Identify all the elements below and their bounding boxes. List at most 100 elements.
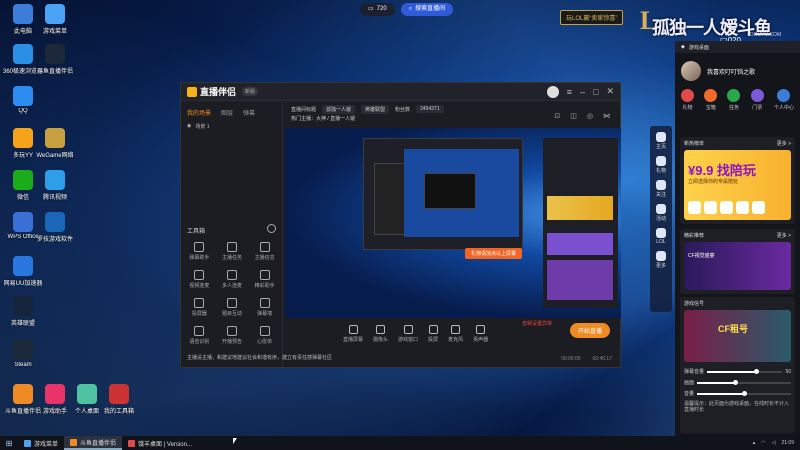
desktop-shortcut[interactable]: 我的工具箱	[98, 384, 140, 415]
side-strip-item[interactable]: LOL	[650, 228, 672, 245]
game-desktop-panel: ◆ 游戏桌面 我喜欢叮叮铛之歌 礼物 宝箱 任务 门票 个人中心 新热榜单 更多 > ¥9…	[675, 41, 800, 436]
slider-knob[interactable]	[754, 368, 760, 374]
footer-note: 温馨提示：此页面为游戏桌面，在线时长不计入直播时长	[684, 401, 790, 413]
preview-app-window	[363, 138, 523, 250]
side-strip-item[interactable]: 更多	[650, 251, 672, 269]
cf-banner[interactable]: CF视觉盛宴	[684, 242, 791, 290]
action-icon	[704, 89, 718, 102]
toolbox-item[interactable]: 精彩助手	[248, 270, 281, 289]
tab-scenes[interactable]: 我的场景	[187, 108, 211, 117]
maximize-icon[interactable]: □	[593, 87, 598, 97]
start-live-button[interactable]: 开始直播	[569, 323, 610, 338]
clock[interactable]: 21:09	[781, 440, 794, 446]
source-control-button[interactable]: 游戏窗口	[398, 325, 418, 343]
desktop-shortcut[interactable]: QQ	[2, 86, 44, 114]
desktop-shortcut[interactable]: 网易UU加速器	[2, 256, 44, 287]
peiwan-ad[interactable]: ¥9.9 找陪玩 立即选择你的专属陪玩	[684, 150, 791, 220]
side-strip-item[interactable]: 礼物	[650, 156, 672, 174]
desktop-shortcut[interactable]: 腾讯视频	[34, 170, 76, 201]
panel-action[interactable]: 宝箱	[704, 89, 718, 111]
more-link[interactable]: 更多 >	[777, 232, 791, 239]
source-control-button[interactable]: 直播屏幕	[343, 325, 363, 343]
gear-icon[interactable]	[267, 224, 276, 233]
source-control-button[interactable]: 扬声器	[473, 325, 488, 343]
avatar[interactable]	[681, 61, 701, 81]
side-strip-item[interactable]: 活动	[650, 204, 672, 222]
toolbox-item[interactable]: 投屏器	[183, 298, 216, 317]
volume-slider[interactable]	[697, 379, 791, 385]
cf-rental-banner[interactable]: CF租号	[684, 310, 791, 362]
panel-action[interactable]: 个人中心	[774, 89, 794, 111]
toolbox-item[interactable]: 语音识别	[183, 326, 216, 345]
toolbox-item[interactable]: 主播信息	[248, 242, 281, 261]
version-badge[interactable]: 新版	[242, 87, 259, 96]
room-category[interactable]: 英雄联盟	[361, 104, 390, 114]
windows-start-icon[interactable]: ⊞	[0, 439, 18, 448]
panel-action[interactable]: 礼物	[681, 89, 694, 111]
toolbox-item[interactable]: 弹幕墙	[248, 298, 281, 317]
toolbox-item[interactable]: 多人连麦	[216, 270, 249, 289]
taskbar-item-douyu[interactable]: 斗鱼直播伴侣	[64, 436, 123, 450]
panel-action[interactable]: 门票	[750, 89, 764, 111]
screen-button[interactable]: ▭ 720	[360, 3, 395, 16]
tool-icon	[259, 298, 270, 308]
toolbox-item[interactable]: 弹幕助手	[183, 242, 216, 261]
taskbar-item-game-menu[interactable]: 游戏菜单	[18, 436, 64, 450]
volume-icon[interactable]: ◁	[772, 440, 776, 446]
source-controls: 直播屏幕 摄像头 游戏窗口 投屏 麦克风 扬声器	[285, 319, 620, 349]
panel-user[interactable]: 我喜欢叮叮铛之歌	[675, 53, 800, 89]
gift-icon[interactable]: ◫	[570, 112, 577, 120]
desktop-shortcut[interactable]: 斗鱼直播伴侣	[34, 44, 76, 75]
slider-knob[interactable]	[732, 379, 738, 385]
tray-icon[interactable]: ▴	[753, 440, 756, 446]
source-control-button[interactable]: 麦克风	[448, 325, 463, 343]
side-icon	[656, 204, 666, 214]
tab-layers[interactable]: 图层	[221, 108, 233, 117]
desktop-shortcut[interactable]: 英雄联盟	[2, 296, 44, 327]
desktop-shortcut[interactable]: Steam	[2, 340, 44, 368]
tool-icon	[226, 298, 237, 308]
source-control-button[interactable]: 摄像头	[373, 325, 388, 343]
stream-preview[interactable]: 礼物请加点以上屏幕	[285, 128, 621, 318]
user-avatar[interactable]	[546, 85, 559, 98]
search-button[interactable]: ⌕ 搜索直播间	[400, 3, 454, 16]
panel-action[interactable]: 任务	[727, 89, 741, 111]
preview-nested-preview	[404, 149, 519, 237]
toolbox-item[interactable]: 题目互动	[216, 298, 249, 317]
side-strip-item[interactable]: 关注	[650, 180, 672, 198]
tab-danmu[interactable]: 弹幕	[243, 108, 255, 117]
network-icon[interactable]: ◠	[761, 440, 765, 446]
scene-item[interactable]: ◉ 场景 1	[181, 120, 282, 133]
tool-icon	[226, 326, 237, 336]
lock-icon[interactable]: ⊡	[554, 112, 560, 120]
game-signal-section: 游戏信号 CF租号 弹幕音量 50 画面 音量 温馨提示：此页面为游戏桌面，在线时长不…	[680, 297, 795, 433]
toolbox-item[interactable]: 开播预告	[216, 326, 249, 345]
toolbox-item[interactable]: 视频连麦	[183, 270, 216, 289]
source-label: 投屏	[428, 337, 439, 343]
room-title-field[interactable]: 孤独一人嫒	[322, 104, 356, 114]
share-icon[interactable]: ⋈	[603, 112, 610, 120]
app-logo: 直播伴侣	[187, 85, 236, 98]
volume-slider[interactable]	[697, 390, 791, 396]
desktop-shortcut[interactable]: WeGame网络	[34, 128, 76, 159]
taskbar-item-desktop[interactable]: 饿羊桌面 | Version...	[122, 436, 198, 450]
side-label: 主页	[655, 144, 666, 150]
close-icon[interactable]: ✕	[606, 86, 614, 97]
slider-knob[interactable]	[742, 390, 747, 396]
bag-icon	[45, 384, 65, 404]
source-control-button[interactable]: 投屏	[428, 325, 438, 343]
more-link[interactable]: 更多 >	[777, 140, 791, 147]
side-strip-item[interactable]: 主页	[650, 132, 672, 150]
volume-slider[interactable]	[707, 368, 783, 374]
menu-icon[interactable]: ≡	[567, 87, 572, 97]
qq-icon	[13, 86, 33, 106]
desktop-shortcut-label: 斗鱼直播伴侣	[36, 69, 73, 75]
streaming-app-window: 直播伴侣 新版 ≡ – □ ✕ 我的场景 图层 弹幕 ◉ 场景 1 工具箱 弹幕…	[180, 82, 621, 368]
desktop-shortcut[interactable]: 游戏菜单	[34, 4, 76, 35]
eye-icon[interactable]: ◉	[187, 123, 191, 130]
toolbox-item[interactable]: 心愿单	[248, 326, 281, 345]
minimize-icon[interactable]: –	[580, 87, 585, 97]
desktop-shortcut[interactable]: 罗技游戏软件	[34, 212, 76, 243]
record-icon[interactable]: ◎	[587, 112, 593, 120]
toolbox-item[interactable]: 主播任务	[216, 242, 249, 261]
